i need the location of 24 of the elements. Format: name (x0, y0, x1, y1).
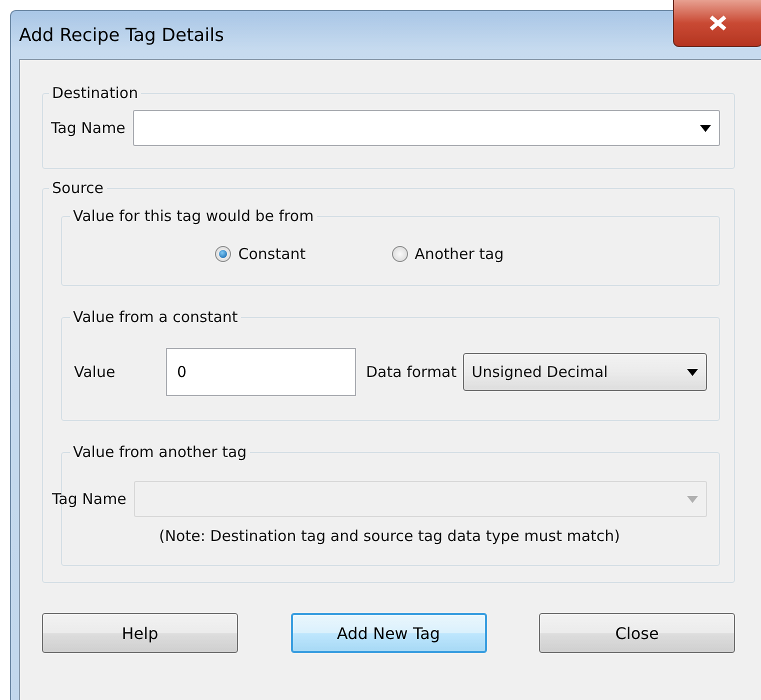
data-format-dropdown[interactable]: Unsigned Decimal (462, 353, 707, 391)
value-field[interactable]: 0 (166, 348, 356, 396)
group-title: Value from another tag (72, 443, 248, 461)
dialog-button[interactable]: Add New Tag (290, 613, 486, 653)
dialog-button[interactable]: Close (539, 613, 735, 653)
group-title: Source (51, 179, 105, 197)
field-label: Tag Name (52, 490, 126, 508)
dropdown-arrow-icon (700, 124, 711, 132)
field-label: Tag Name (51, 119, 126, 137)
group-title: Value for this tag would be from (72, 207, 315, 225)
close-button[interactable] (673, 0, 761, 47)
dialog-button[interactable]: Help (42, 613, 238, 653)
note-text: (Note: Destination tag and source tag data type must match) (158, 526, 622, 545)
close-icon (708, 15, 728, 31)
dropdown-arrow-icon (687, 496, 698, 502)
dropdown-arrow-icon (687, 368, 698, 376)
tag-name-dropdown[interactable] (133, 110, 720, 146)
field-label: Data format (366, 363, 457, 381)
window-title: Add Recipe Tag Details (19, 24, 224, 46)
field-label: Value (73, 363, 116, 381)
group-title: Value from a constant (72, 308, 239, 326)
radio-option[interactable]: Another tag (392, 245, 504, 263)
radio-option[interactable]: Constant (215, 245, 306, 263)
group-title: Destination (51, 84, 140, 102)
